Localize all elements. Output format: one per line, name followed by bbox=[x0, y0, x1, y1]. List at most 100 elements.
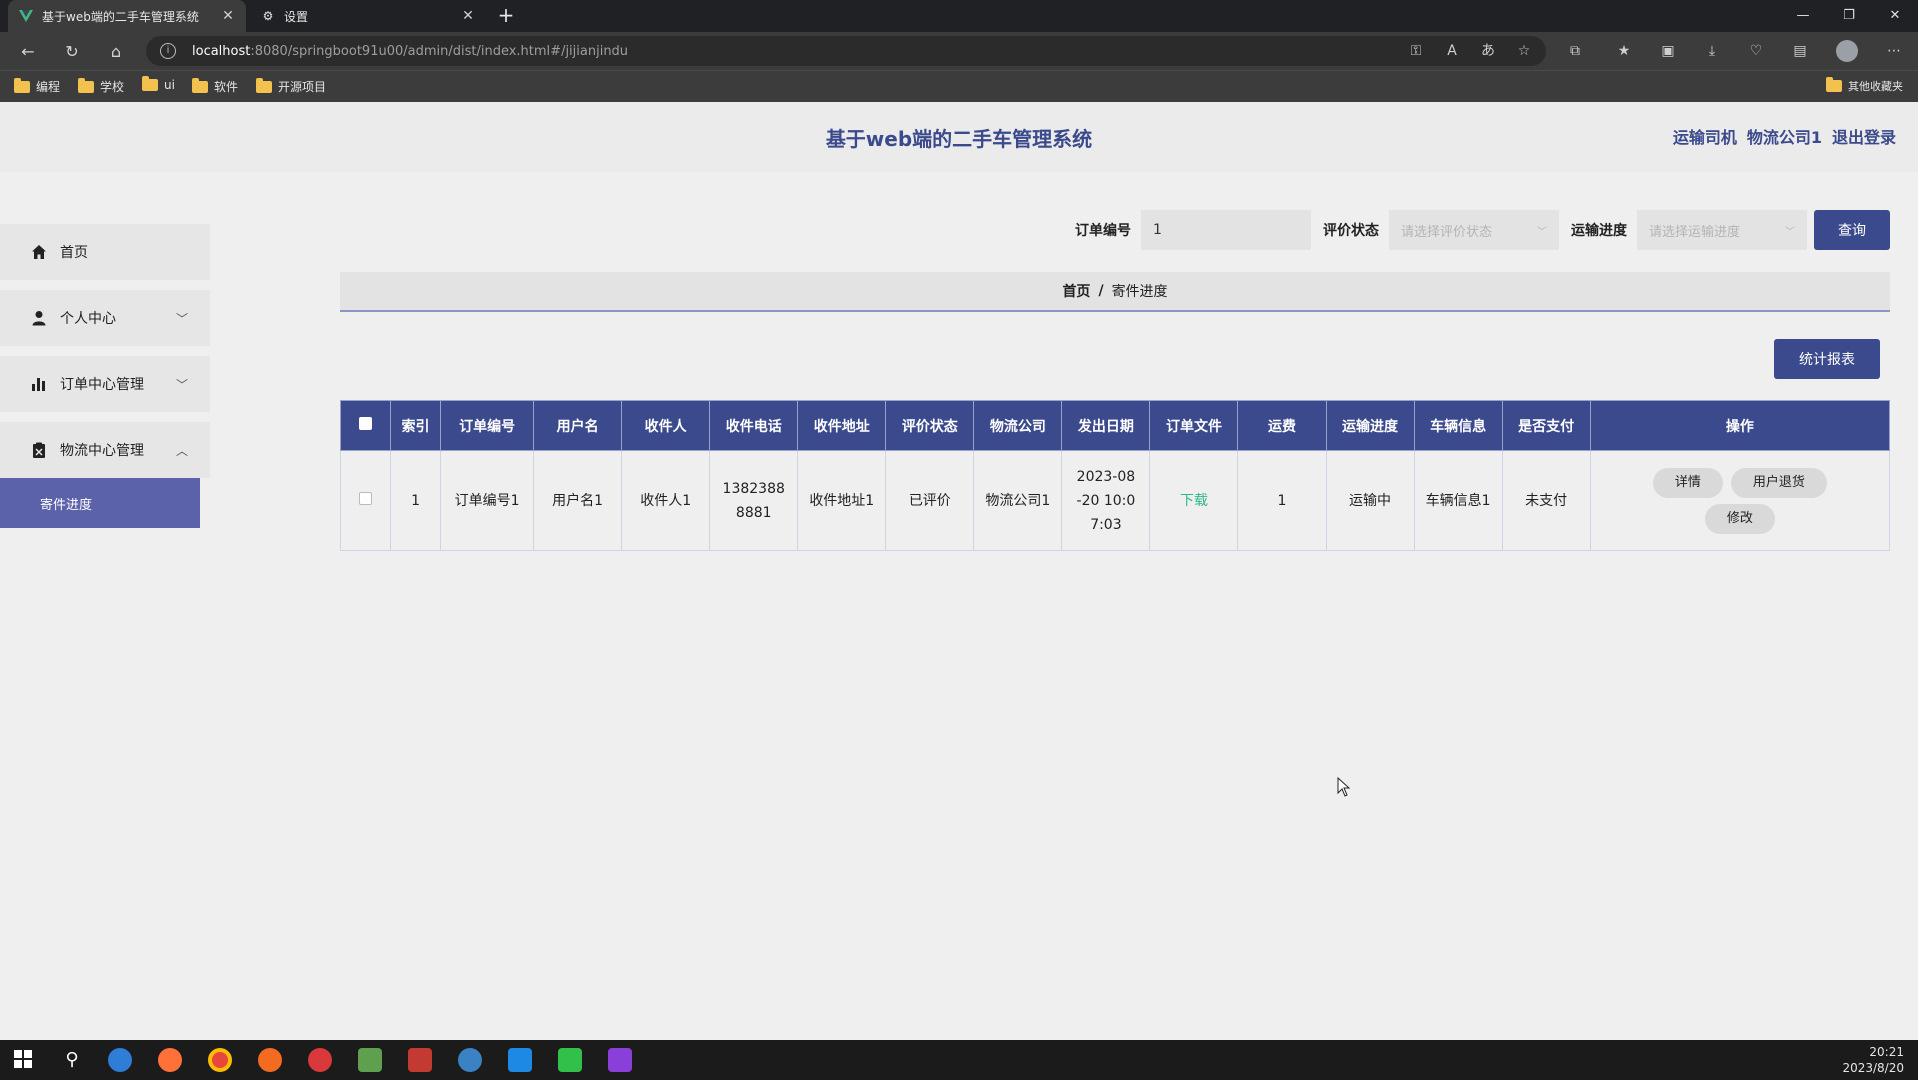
folder-icon bbox=[256, 77, 272, 93]
home-browser-icon[interactable]: ⌂ bbox=[102, 38, 130, 66]
cell-index: 1 bbox=[390, 450, 442, 551]
bookmarks-bar: 编程 学校 ui 软件 开源项目 其他收藏夹 bbox=[0, 70, 1918, 102]
home-icon bbox=[30, 243, 48, 261]
cell-eval-status: 已评价 bbox=[885, 450, 975, 551]
extensions-icon[interactable]: ⧉ bbox=[1565, 41, 1585, 61]
table-row: 1 订单编号1 用户名1 收件人1 13823888881 收件地址1 已评价 … bbox=[339, 450, 1891, 551]
bookmark-folder[interactable]: 软件 bbox=[192, 77, 238, 95]
add-favorite-icon[interactable]: ☆ bbox=[1514, 41, 1534, 61]
table-header-row: 索引 订单编号 用户名 收件人 收件电话 收件地址 评价状态 物流公司 发出日期… bbox=[339, 400, 1891, 451]
sidebar-item-logistics[interactable]: 物流中心管理 ︿ bbox=[0, 422, 210, 478]
edge-browser-icon[interactable] bbox=[108, 1048, 132, 1072]
cell-username: 用户名1 bbox=[533, 450, 623, 551]
url-field[interactable]: i localhost:8080/springboot91u00/admin/d… bbox=[146, 36, 1546, 66]
vscode-icon[interactable] bbox=[508, 1048, 532, 1072]
sidebar-subitem-shipping-progress[interactable]: 寄件进度 bbox=[0, 478, 200, 528]
chart-icon bbox=[30, 375, 48, 393]
column-header: 运输进度 bbox=[1325, 400, 1415, 451]
performance-icon[interactable]: ♡ bbox=[1746, 41, 1766, 61]
bookmark-folder[interactable]: 编程 bbox=[14, 77, 60, 95]
profile-avatar[interactable] bbox=[1836, 40, 1858, 62]
close-window-icon[interactable]: ✕ bbox=[1872, 0, 1918, 32]
folder-icon bbox=[1826, 77, 1842, 92]
sidebar-item-home[interactable]: 首页 bbox=[0, 224, 210, 280]
sidebar-item-orders[interactable]: 订单中心管理 ﹀ bbox=[0, 356, 210, 412]
cell-operations: 详情 用户退货 修改 bbox=[1589, 450, 1891, 551]
collections-icon[interactable]: ▣ bbox=[1658, 41, 1678, 61]
tab-title: 基于web端的二手车管理系统 bbox=[42, 9, 199, 24]
search-icon[interactable]: ⚲ bbox=[60, 1048, 84, 1072]
query-button[interactable]: 查询 bbox=[1814, 210, 1890, 250]
edit-button[interactable]: 修改 bbox=[1704, 503, 1775, 534]
sidebar-item-profile[interactable]: 个人中心 ﹀ bbox=[0, 290, 210, 346]
tab-app[interactable]: 基于web端的二手车管理系统 ✕ bbox=[8, 0, 246, 32]
translate-icon[interactable]: あ bbox=[1478, 41, 1498, 61]
restore-icon[interactable]: ❐ bbox=[1826, 0, 1872, 32]
column-header: 索引 bbox=[390, 400, 442, 451]
cell-receiver: 收件人1 bbox=[621, 450, 711, 551]
firefox-icon[interactable] bbox=[158, 1048, 182, 1072]
sidebar-item-label: 个人中心 bbox=[60, 311, 116, 327]
info-icon[interactable]: i bbox=[160, 43, 176, 59]
bookmark-label: ui bbox=[164, 78, 175, 92]
intellij-icon[interactable] bbox=[608, 1048, 632, 1072]
detail-button[interactable]: 详情 bbox=[1652, 467, 1723, 498]
bookmark-folder[interactable]: ui bbox=[142, 76, 175, 92]
column-header: 收件电话 bbox=[709, 400, 799, 451]
favorites-icon[interactable]: ★ bbox=[1614, 41, 1634, 61]
taskbar-clock[interactable]: 20:21 2023/8/20 bbox=[1842, 1044, 1904, 1076]
tab-settings[interactable]: ⚙ 设置 ✕ bbox=[250, 0, 486, 32]
close-tab-icon[interactable]: ✕ bbox=[220, 8, 236, 24]
app-icon[interactable] bbox=[458, 1048, 482, 1072]
breadcrumb-home[interactable]: 首页 bbox=[1062, 281, 1090, 301]
cell-progress: 运输中 bbox=[1325, 450, 1415, 551]
eval-status-select[interactable]: 请选择评价状态 ﹀ bbox=[1389, 210, 1559, 250]
minimize-icon[interactable]: — bbox=[1780, 0, 1826, 32]
download-link[interactable]: 下载 bbox=[1180, 493, 1208, 509]
key-icon[interactable]: ⚿ bbox=[1406, 41, 1426, 61]
user-return-button[interactable]: 用户退货 bbox=[1730, 467, 1827, 498]
folder-icon bbox=[14, 77, 30, 93]
app-icon[interactable] bbox=[308, 1048, 332, 1072]
logout-link[interactable]: 退出登录 bbox=[1832, 124, 1896, 148]
os-taskbar: ⚲ 20:21 2023/8/20 bbox=[0, 1040, 1918, 1080]
navicat-icon[interactable] bbox=[358, 1048, 382, 1072]
column-header: 车辆信息 bbox=[1413, 400, 1503, 451]
back-icon[interactable]: ← bbox=[14, 38, 42, 66]
chevron-down-icon: ﹀ bbox=[1537, 226, 1547, 238]
sidebar-item-label: 订单中心管理 bbox=[60, 377, 144, 393]
windows-start-icon[interactable] bbox=[12, 1048, 36, 1072]
download-icon[interactable]: ⤓ bbox=[1702, 41, 1722, 61]
hbuilder-icon[interactable] bbox=[558, 1048, 582, 1072]
close-tab-icon[interactable]: ✕ bbox=[460, 8, 476, 24]
refresh-icon[interactable]: ↻ bbox=[58, 38, 86, 66]
chrome-icon[interactable] bbox=[208, 1048, 232, 1072]
bookmark-folder-other[interactable]: 其他收藏夹 bbox=[1826, 77, 1903, 94]
edge-bar-icon[interactable]: ▤ bbox=[1790, 41, 1810, 61]
order-no-input[interactable]: 1 bbox=[1141, 210, 1311, 250]
row-select-cell[interactable] bbox=[339, 450, 392, 551]
url-path: :8080/springboot91u00/admin/dist/index.h… bbox=[250, 43, 629, 59]
select-all-checkbox[interactable] bbox=[359, 417, 373, 430]
column-header: 收件地址 bbox=[797, 400, 887, 451]
select-all-cell[interactable] bbox=[339, 400, 392, 451]
bookmark-folder[interactable]: 开源项目 bbox=[256, 77, 326, 95]
row-checkbox[interactable] bbox=[359, 491, 373, 505]
bookmark-folder[interactable]: 学校 bbox=[78, 77, 124, 95]
read-aloud-icon[interactable]: A bbox=[1442, 41, 1462, 61]
column-header: 收件人 bbox=[621, 400, 711, 451]
user-icon bbox=[30, 309, 48, 327]
column-header: 发出日期 bbox=[1061, 400, 1151, 451]
stats-report-button[interactable]: 统计报表 bbox=[1774, 339, 1880, 379]
more-icon[interactable]: ⋯ bbox=[1884, 41, 1904, 61]
order-no-label: 订单编号 bbox=[1075, 223, 1131, 239]
sublime-icon[interactable] bbox=[258, 1048, 282, 1072]
sidebar-item-label: 首页 bbox=[60, 245, 88, 261]
redis-icon[interactable] bbox=[408, 1048, 432, 1072]
column-header: 操作 bbox=[1589, 400, 1891, 451]
new-tab-button[interactable]: + bbox=[494, 4, 518, 28]
cell-address: 收件地址1 bbox=[797, 450, 887, 551]
chevron-down-icon: ﹀ bbox=[1785, 226, 1795, 238]
progress-select[interactable]: 请选择运输进度 ﹀ bbox=[1637, 210, 1807, 250]
clock-date: 2023/8/20 bbox=[1842, 1061, 1904, 1075]
